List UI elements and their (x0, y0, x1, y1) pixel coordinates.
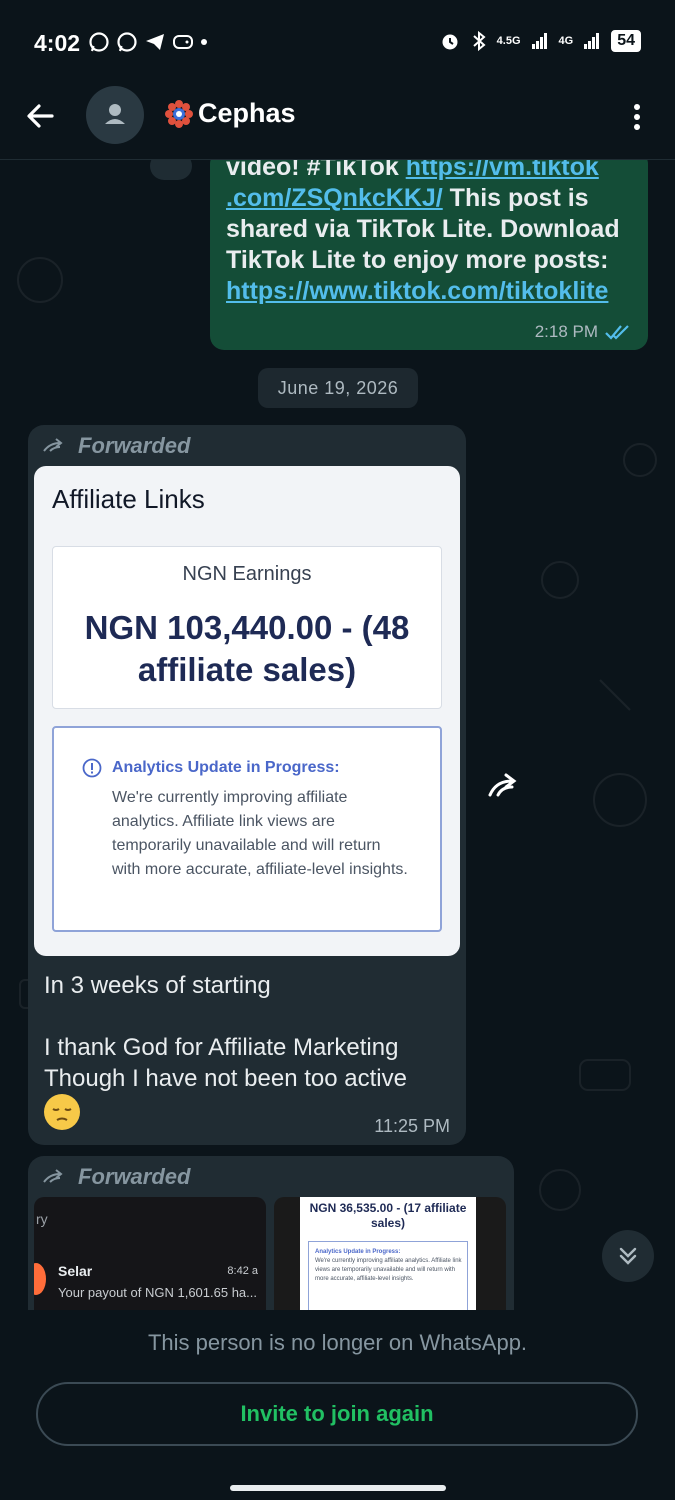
person-icon (105, 104, 125, 124)
whatsapp-icon (89, 32, 109, 52)
chat-footer: This person is no longer on WhatsApp. In… (0, 1310, 675, 1500)
analytics-notice: Analytics Update in Progress: We're curr… (52, 726, 442, 932)
image-title: Affiliate Links (52, 484, 205, 514)
earnings-amount: NGN 103,440.00 - (48 affiliate sales) (84, 609, 410, 688)
shared-image[interactable]: Affiliate Links NGN Earnings NGN 103,440… (34, 466, 460, 956)
invite-button[interactable]: Invite to join again (36, 1382, 638, 1446)
double-check-read-icon (605, 325, 629, 340)
image-gallery: ry Selar 8:42 a Your payout of NGN 1,601… (34, 1197, 506, 1310)
date-divider: June 19, 2026 (258, 368, 418, 408)
message-meta: 2:18 PM (535, 322, 632, 342)
thumb-time: 8:42 a (227, 1265, 258, 1277)
bluetooth-icon (472, 30, 486, 52)
game-controller-icon (173, 35, 193, 49)
network-type-2: 4G (558, 35, 574, 47)
app-icon (34, 1263, 46, 1295)
image-thumbnail-2[interactable]: NGN 36,535.00 - (17 affiliate sales) Ana… (274, 1197, 506, 1310)
unavailable-notice: This person is no longer on WhatsApp. (147, 1330, 528, 1355)
scroll-to-bottom-button[interactable] (602, 1230, 654, 1282)
status-bar: 4:02 4.5G 4G 54 (0, 0, 675, 80)
notice-header: Analytics Update in Progress: (82, 758, 340, 778)
message-time: 2:18 PM (534, 322, 598, 341)
forwarded-arrow-icon (43, 1169, 63, 1183)
status-time: 4:02 (34, 30, 81, 56)
contact-name: Cephas (198, 98, 296, 128)
message-link[interactable]: https://www.tiktok.com/tiktoklite (226, 277, 608, 305)
incoming-message-text: In 3 weeks of starting I thank God for A… (44, 970, 454, 1130)
forwarded-arrow-icon (43, 438, 63, 452)
system-icons: 4.5G 4G 54 (439, 30, 641, 52)
telegram-icon (146, 34, 164, 50)
message-text: In 3 weeks of starting I thank God for A… (44, 972, 407, 1092)
earnings-label: NGN Earnings (182, 563, 312, 585)
earnings-box: NGN Earnings NGN 103,440.00 - (48 affili… (52, 546, 442, 709)
forward-shortcut-icon[interactable] (150, 160, 192, 180)
message-text: video! #TikTok (226, 160, 406, 181)
thumb-screenshot: NGN 36,535.00 - (17 affiliate sales) Ana… (300, 1197, 476, 1310)
incoming-message-bubble-2[interactable]: Forwarded ry Selar 8:42 a Your payout of… (28, 1156, 514, 1310)
forwarded-label: Forwarded (78, 433, 191, 458)
notification-icons (88, 31, 208, 53)
whatsapp-icon (117, 32, 137, 52)
avatar[interactable] (86, 86, 144, 144)
forwarded-label: Forwarded (78, 1164, 191, 1189)
info-icon (82, 758, 102, 778)
thumb-notice-body: We're currently improving affiliate anal… (315, 1258, 462, 1282)
message-link[interactable]: https://vm.tiktok (406, 160, 599, 181)
signal-icon (531, 33, 547, 49)
flower-emoji-icon (165, 99, 193, 128)
thumb-amount: NGN 36,535.00 - (17 affiliate sales) (309, 1201, 467, 1230)
pensive-face-emoji-icon (44, 1094, 80, 1130)
outgoing-message-text: video! #TikTok https://vm.tiktok .com/ZSQ… (226, 160, 632, 307)
chat-area[interactable]: video! #TikTok https://vm.tiktok .com/ZSQ… (0, 160, 675, 1310)
home-indicator[interactable] (230, 1485, 446, 1491)
image-thumbnail-1[interactable]: ry Selar 8:42 a Your payout of NGN 1,601… (34, 1197, 266, 1310)
outgoing-message-bubble[interactable]: video! #TikTok https://vm.tiktok .com/ZSQ… (210, 160, 648, 350)
contact-title[interactable]: Cephas (164, 98, 296, 129)
thumb-notice-title: Analytics Update in Progress: (315, 1249, 401, 1255)
thumb-snippet: ry (36, 1211, 48, 1227)
incoming-message-bubble[interactable]: Forwarded Affiliate Links NGN Earnings N… (28, 425, 466, 1145)
thumb-message: Your payout of NGN 1,601.65 ha... (58, 1285, 257, 1300)
signal-icon (584, 33, 600, 49)
thumb-notice-text: Analytics Update in Progress: We're curre… (315, 1248, 463, 1284)
dot-icon (201, 39, 207, 45)
chat-header: Cephas (0, 80, 675, 160)
network-type-1: 4.5G (496, 35, 521, 47)
forwarded-label-row: Forwarded (42, 433, 190, 459)
alarm-icon (442, 34, 458, 50)
notice-body: We're currently improving affiliate anal… (112, 789, 408, 878)
battery-indicator: 54 (611, 30, 641, 52)
thumb-notice: Analytics Update in Progress: We're curre… (308, 1241, 468, 1310)
thumb-sender: Selar (58, 1263, 93, 1279)
message-link[interactable]: .com/ZSQnkcKKJ/ (226, 184, 443, 212)
forward-message-icon[interactable] (484, 765, 526, 807)
forwarded-label-row: Forwarded (42, 1164, 190, 1190)
more-vert-icon[interactable] (625, 100, 649, 136)
double-chevron-down-icon (619, 1247, 637, 1265)
back-arrow-icon[interactable] (22, 98, 58, 134)
message-time: 11:25 PM (374, 1116, 450, 1136)
notice-title: Analytics Update in Progress: (112, 759, 340, 776)
